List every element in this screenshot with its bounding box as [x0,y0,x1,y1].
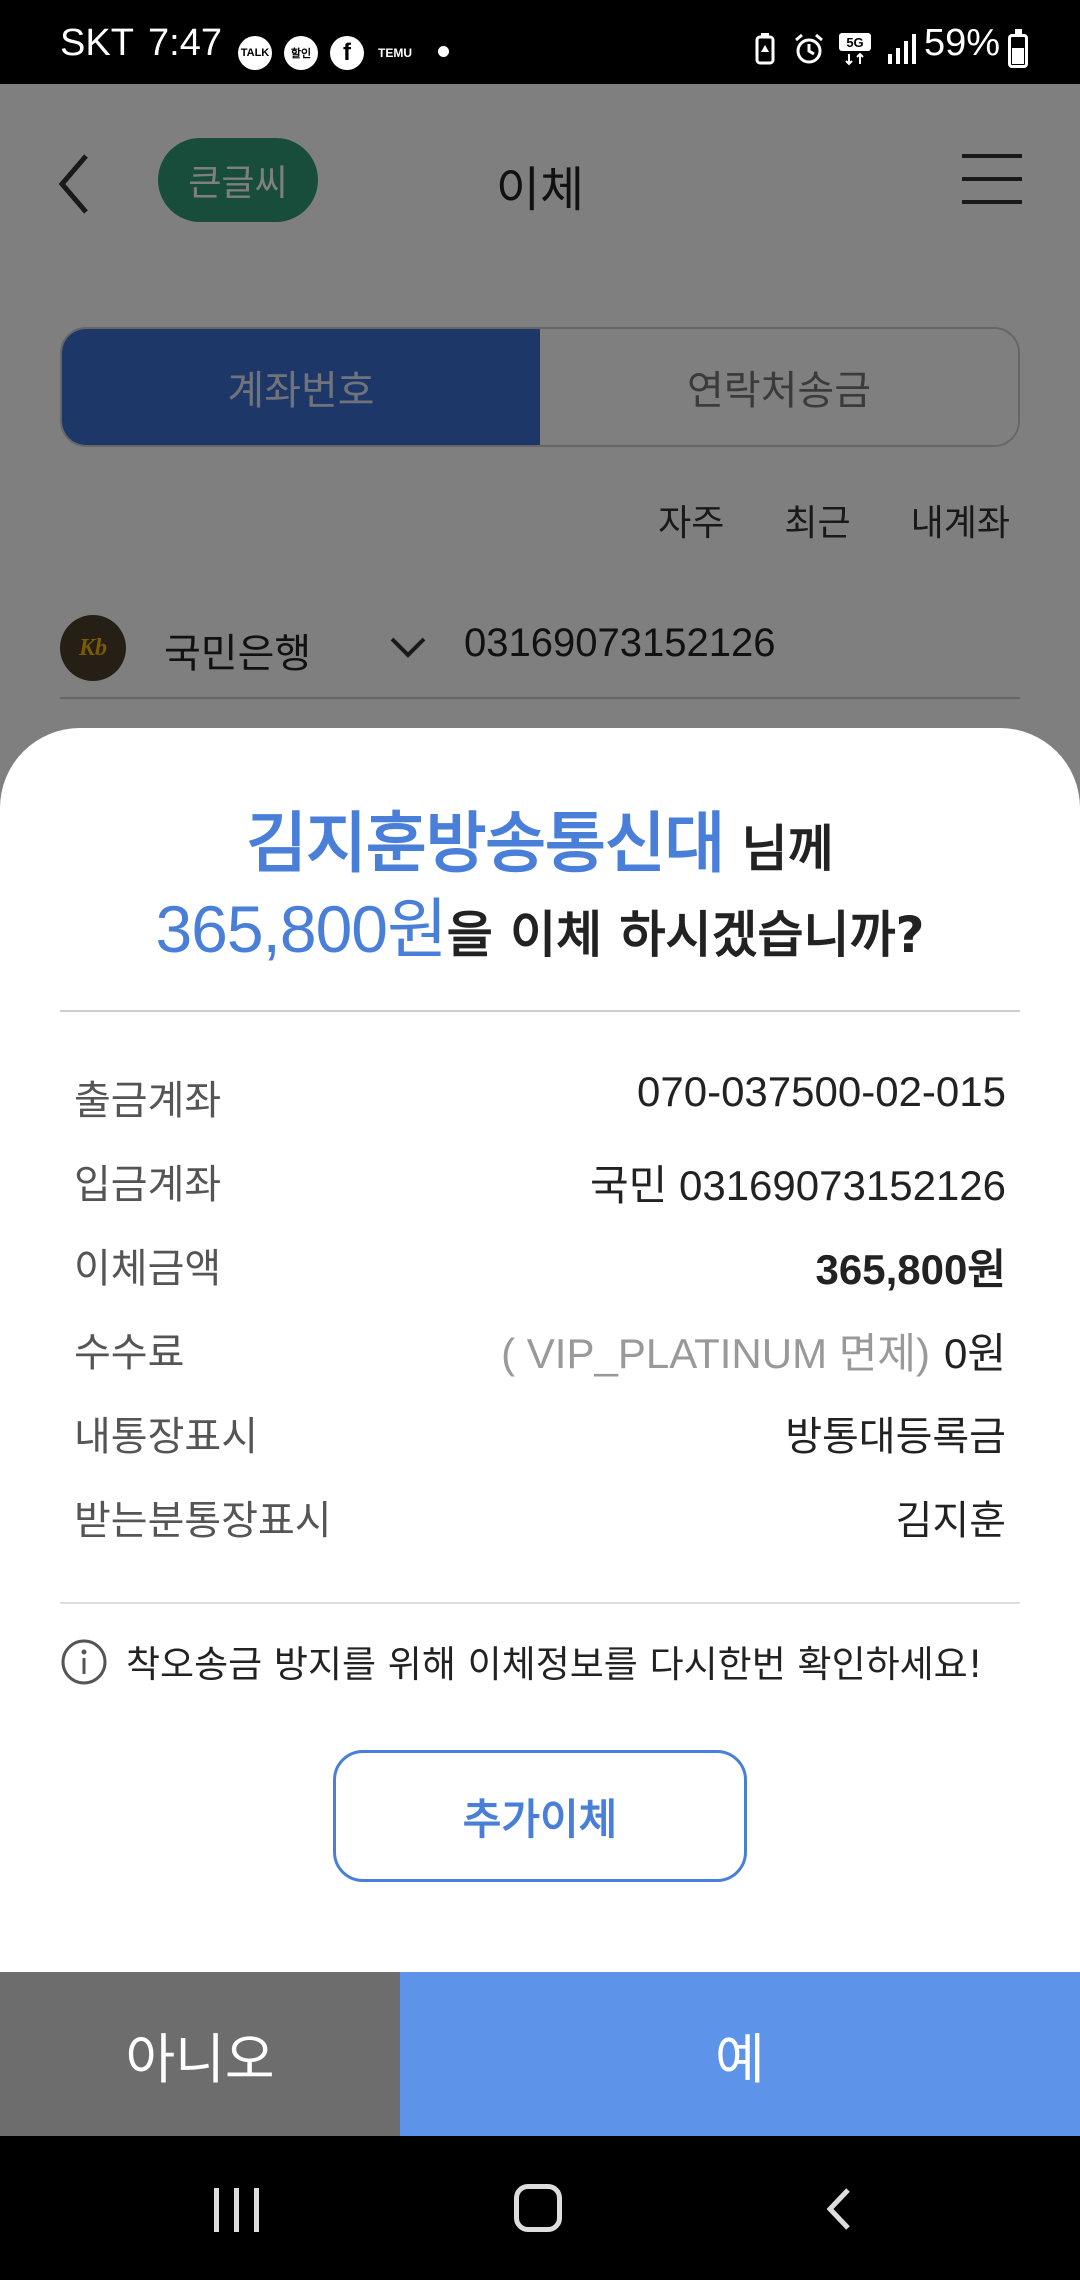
mistransfer-notice: 착오송금 방지를 위해 이체정보를 다시한번 확인하세요! [60,1634,1040,1694]
detail-label: 수수료 [74,1330,185,1376]
divider [60,1602,1020,1604]
transfer-confirm-sheet: 김지훈방송통신대 님께 365,800원을 이체 하시겠습니까? 출금계좌 07… [0,728,1080,2136]
detail-label: 이체금액 [74,1246,222,1292]
add-transfer-button[interactable]: 추가이체 [333,1750,747,1882]
detail-value: 365,800원 [815,1246,1006,1293]
detail-value: 김지훈 [895,1498,1006,1544]
home-icon[interactable] [514,2184,562,2232]
fee-value: 0원 [944,1330,1006,1377]
back-icon[interactable] [820,2184,860,2234]
signal-icon [888,34,916,64]
detail-row-deposit-account: 입금계좌 국민 03169073152126 [74,1152,1006,1236]
detail-row-fee: 수수료 ( VIP_PLATINUM 면제) 0원 [74,1320,1006,1404]
network-type-label: 5G [846,35,863,50]
divider [60,1010,1020,1012]
clock: 7:47 [148,22,222,64]
more-notifications-dot [438,46,449,57]
transfer-details: 출금계좌 070-037500-02-015 입금계좌 국민 031690731… [74,1068,1006,1572]
notice-text: 착오송금 방지를 위해 이체정보를 다시한번 확인하세요! [126,1643,983,1686]
discount-notification-icon: 할인 [284,36,318,70]
detail-row-withdraw-account: 출금계좌 070-037500-02-015 [74,1068,1006,1152]
fee-value-group: ( VIP_PLATINUM 면제) 0원 [501,1320,1006,1381]
battery-percent: 59% [923,22,1000,64]
detail-label: 받는분통장표시 [74,1498,332,1544]
battery-icon [1008,29,1028,68]
carrier-label: SKT [60,22,134,64]
facebook-notification-icon: f [330,36,364,70]
5g-data-icon: 5G [839,33,871,66]
recipient-name: 김지훈방송통신대 [246,805,725,882]
detail-value: 070-037500-02-015 [637,1068,1006,1115]
system-nav-bar [0,2136,1080,2280]
recent-apps-icon[interactable] [214,2188,260,2232]
info-icon [61,1639,107,1685]
detail-row-my-passbook-memo: 내통장표시 방통대등록금 [74,1404,1006,1488]
transfer-amount-headline: 365,800원 [155,892,447,966]
no-button[interactable]: 아니오 [0,1972,400,2136]
confirm-headline-line2: 365,800원을 이체 하시겠습니까? [0,876,1080,972]
confirm-question: 을 이체 하시겠습니까? [446,906,925,964]
detail-label: 출금계좌 [74,1078,222,1124]
recipient-suffix: 님께 [724,820,834,878]
fee-exemption-note: ( VIP_PLATINUM 면제) [501,1330,930,1377]
battery-saver-icon [755,33,775,65]
confirm-headline-line1: 김지훈방송통신대 님께 [0,790,1080,886]
detail-value: 방통대등록금 [785,1414,1006,1460]
status-bar: SKT 7:47 TALK 할인 f TEMU 5G 59% [0,0,1080,84]
alarm-icon [795,33,823,64]
yes-button[interactable]: 예 [400,1972,1080,2136]
kakaotalk-notification-icon: TALK [238,36,272,70]
detail-row-amount: 이체금액 365,800원 [74,1236,1006,1320]
detail-label: 내통장표시 [74,1414,258,1460]
temu-notification-icon: TEMU [374,36,416,70]
detail-value: 국민 03169073152126 [590,1162,1006,1209]
detail-label: 입금계좌 [74,1162,222,1208]
detail-row-recipient-passbook-memo: 받는분통장표시 김지훈 [74,1488,1006,1572]
